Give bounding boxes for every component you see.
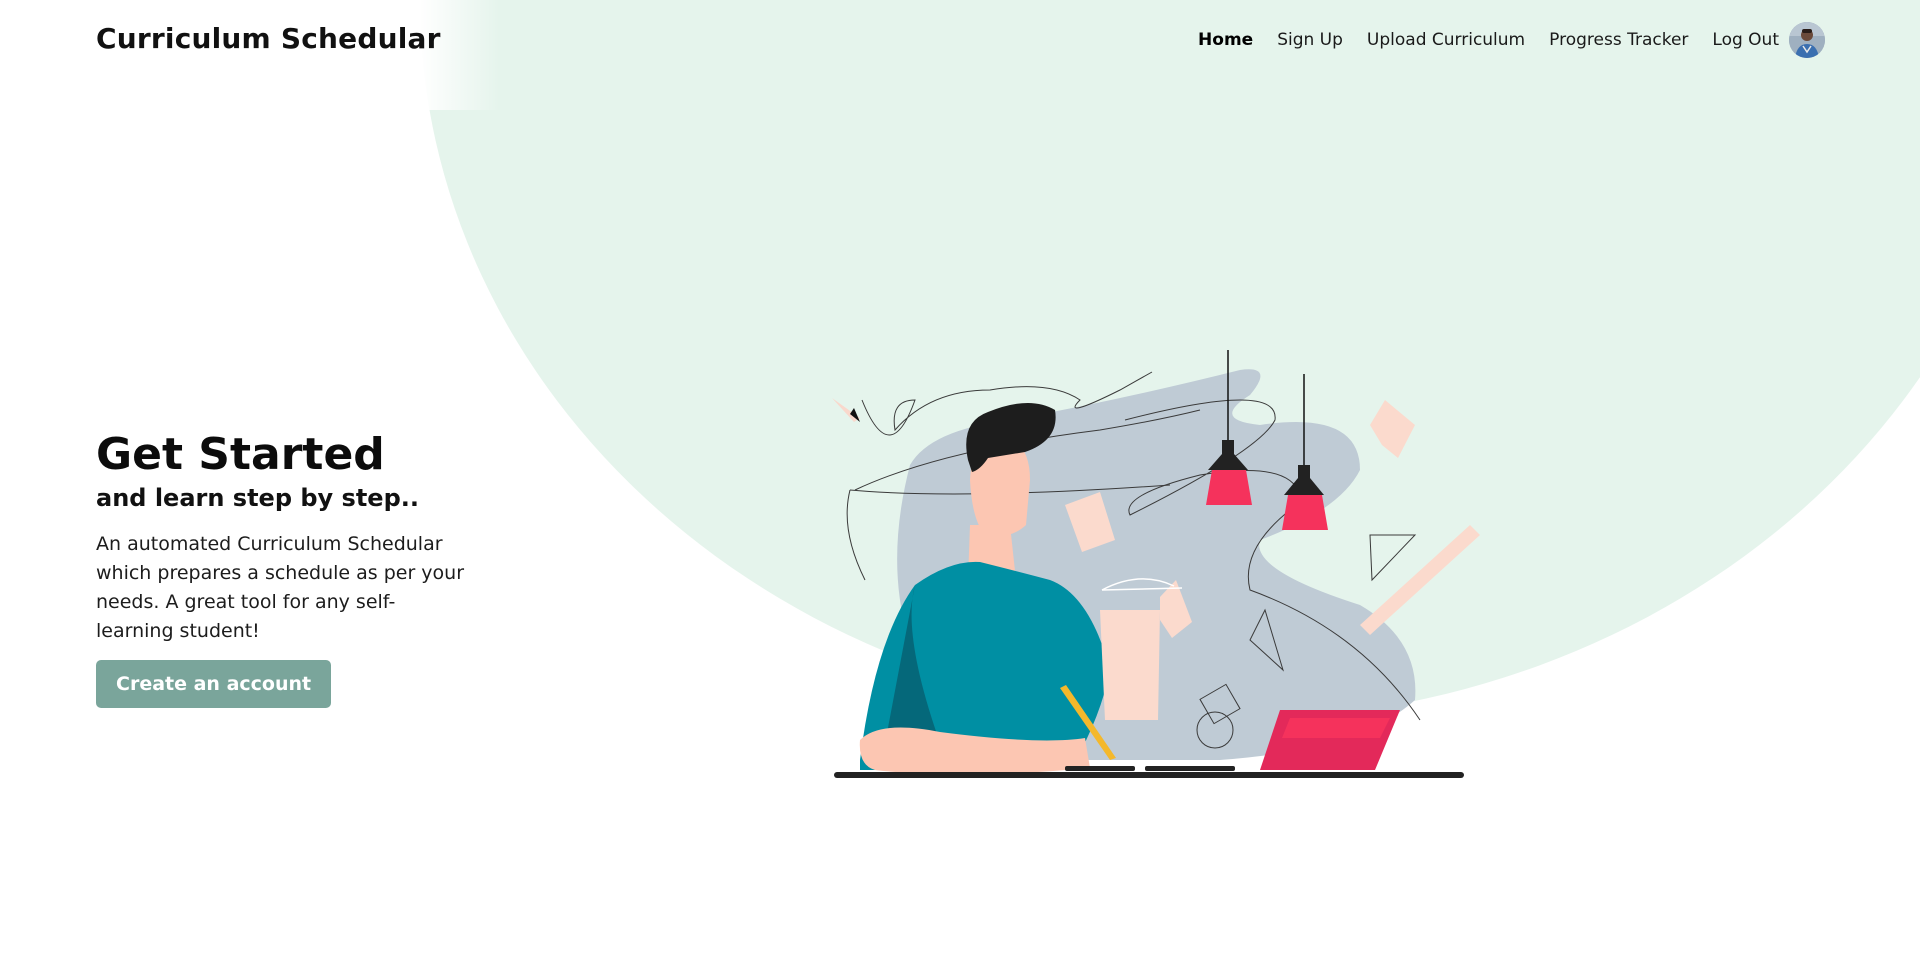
hero-title: Get Started [96, 429, 385, 480]
illustration-svg [832, 350, 1480, 778]
student-studying-illustration [820, 340, 1500, 800]
nav-log-out[interactable]: Log Out [1712, 30, 1779, 50]
triangle-doodle [1369, 534, 1417, 582]
ruler-icon [1360, 525, 1480, 635]
landing-page: Curriculum Schedular Home Sign Up Upload… [0, 0, 1920, 966]
nav-home[interactable]: Home [1198, 30, 1253, 50]
floating-paper-2 [1370, 400, 1415, 458]
hero-section: Get Started and learn step by step.. An … [96, 430, 476, 708]
doodle-line-4 [846, 489, 866, 581]
nav-progress-tracker[interactable]: Progress Tracker [1549, 30, 1688, 50]
avatar-image [1789, 22, 1825, 58]
desk [834, 772, 1464, 778]
site-logo[interactable]: Curriculum Schedular [96, 22, 441, 55]
nav-sign-up[interactable]: Sign Up [1277, 30, 1343, 50]
hero-subtitle: and learn step by step.. [96, 484, 419, 512]
hero-description: An automated Curriculum Schedular which … [96, 533, 465, 642]
main-nav: Home Sign Up Upload Curriculum Progress … [1198, 22, 1825, 58]
lamp-shade-1 [1206, 470, 1252, 505]
logout-group: Log Out [1712, 22, 1825, 58]
background-fade [420, 0, 500, 110]
user-avatar-icon[interactable] [1789, 22, 1825, 58]
create-account-button[interactable]: Create an account [96, 660, 332, 708]
lamp-shade-2 [1282, 495, 1328, 530]
nav-upload-curriculum[interactable]: Upload Curriculum [1367, 30, 1525, 50]
held-paper [1100, 610, 1160, 720]
